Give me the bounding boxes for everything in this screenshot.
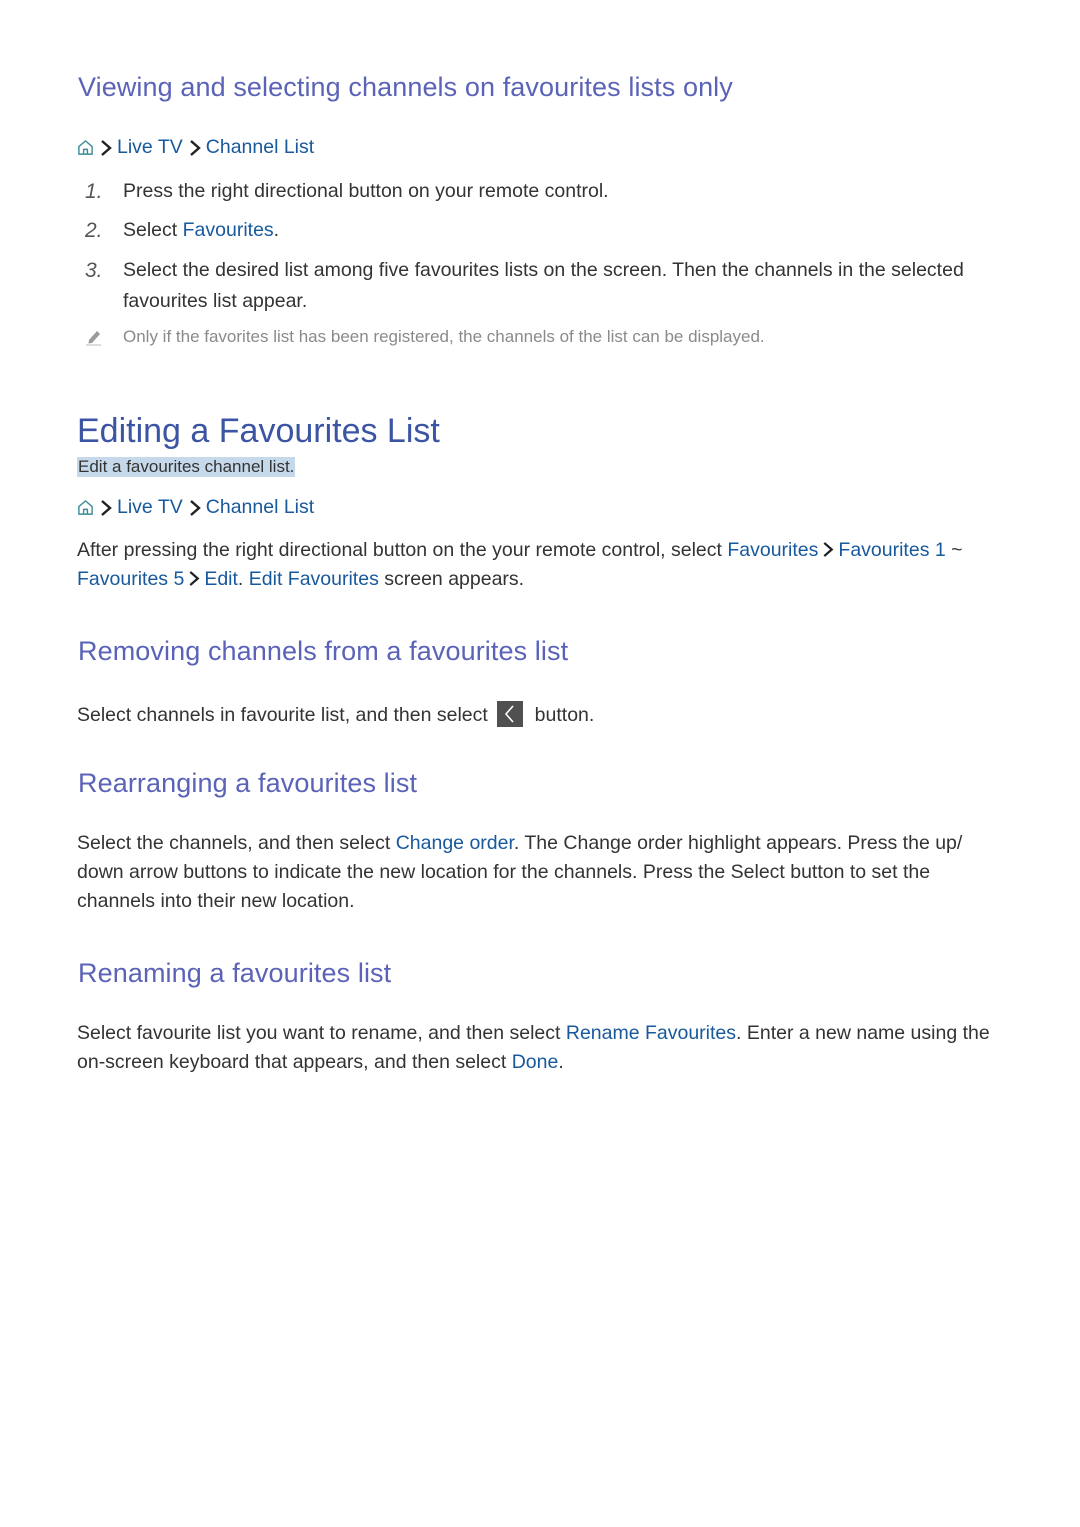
- renaming-text: Select favourite list you want to rename…: [77, 1022, 566, 1044]
- home-icon: [78, 499, 93, 515]
- step-text: Select the desired list among five favou…: [123, 259, 964, 312]
- chevron-right-icon: [189, 139, 201, 156]
- back-button[interactable]: [497, 701, 524, 727]
- chevron-right-icon: [189, 571, 200, 586]
- note: Only if the favorites list has been regi…: [85, 327, 765, 347]
- step-text-after: .: [273, 219, 280, 241]
- breadcrumb-item-channel-list[interactable]: Channel List: [206, 136, 314, 159]
- chevron-right-icon: [101, 139, 112, 156]
- pencil-icon: [86, 331, 101, 346]
- chevron-left-icon: [505, 705, 514, 723]
- page-summary: Edit a favourites channel list.: [77, 457, 296, 477]
- favourites-1-link[interactable]: Favourites 1: [838, 539, 945, 561]
- section-heading-removing: Removing channels from a favourites list: [78, 636, 569, 666]
- edit-link[interactable]: Edit: [204, 568, 238, 590]
- tilde-text: ~: [945, 539, 963, 561]
- rearranging-text: Select the channels, and then select: [77, 832, 396, 854]
- chevron-right-icon: [101, 499, 112, 516]
- rename-favourites-link[interactable]: Rename Favourites: [566, 1022, 736, 1044]
- breadcrumb-item-channel-list[interactable]: Channel List: [206, 496, 314, 519]
- intro-text: screen appears.: [378, 568, 525, 590]
- section-heading-renaming: Renaming a favourites list: [78, 958, 392, 988]
- breadcrumb: Live TV Channel List: [77, 496, 314, 519]
- renaming-paragraph: Select favourite list you want to rename…: [77, 1019, 997, 1077]
- favourites-5-link[interactable]: Favourites 5: [77, 568, 184, 590]
- step-number: 2.: [85, 219, 103, 242]
- change-order-link[interactable]: Change order: [396, 832, 514, 854]
- favourites-link[interactable]: Favourites: [727, 539, 818, 561]
- section-heading-viewing: Viewing and selecting channels on favour…: [78, 72, 733, 102]
- step-1: 1. Press the right directional button on…: [85, 176, 995, 207]
- section-heading-rearranging: Rearranging a favourites list: [78, 768, 418, 798]
- done-link[interactable]: Done: [512, 1051, 559, 1073]
- step-3: 3. Select the desired list among five fa…: [85, 255, 995, 317]
- home-icon: [78, 139, 93, 155]
- chevron-right-icon: [189, 499, 201, 516]
- breadcrumb: Live TV Channel List: [77, 136, 314, 159]
- removing-text: Select channels in favourite list, and t…: [77, 704, 494, 726]
- favourites-link[interactable]: Favourites: [183, 219, 274, 241]
- removing-text: button.: [529, 704, 595, 726]
- step-text: Press the right directional button on yo…: [123, 180, 609, 202]
- note-text: Only if the favorites list has been regi…: [123, 327, 765, 346]
- step-text: Select Favourites.: [123, 215, 995, 246]
- step-number: 1.: [85, 180, 103, 203]
- breadcrumb-item-live-tv[interactable]: Live TV: [117, 136, 183, 159]
- breadcrumb-item-live-tv[interactable]: Live TV: [117, 496, 183, 519]
- chevron-right-icon: [823, 542, 834, 557]
- edit-favourites-link[interactable]: Edit Favourites: [249, 568, 379, 590]
- rearranging-paragraph: Select the channels, and then select Cha…: [77, 829, 972, 916]
- step-text-before: Select: [123, 219, 183, 241]
- removing-paragraph: Select channels in favourite list, and t…: [77, 701, 997, 730]
- page-title: Editing a Favourites List: [77, 412, 440, 450]
- step-number: 3.: [85, 259, 103, 282]
- intro-paragraph: After pressing the right directional but…: [77, 536, 997, 594]
- step-2: 2. Select Favourites.: [85, 215, 995, 246]
- intro-text: After pressing the right directional but…: [77, 539, 728, 561]
- intro-text: .: [237, 568, 249, 590]
- renaming-text: .: [558, 1051, 564, 1073]
